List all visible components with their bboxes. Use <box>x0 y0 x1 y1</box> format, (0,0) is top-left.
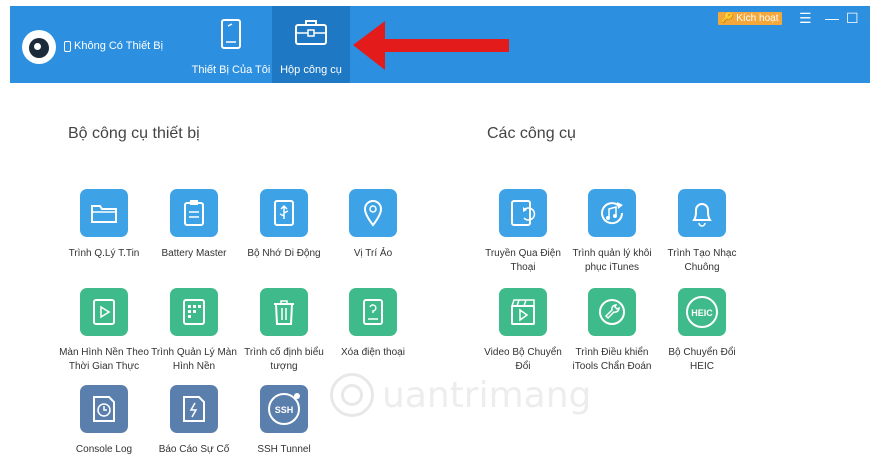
maximize-icon[interactable]: ☐ <box>846 10 859 26</box>
phone-icon <box>64 40 71 52</box>
red-arrow-icon <box>353 21 509 70</box>
tool-battery-master[interactable]: Battery Master <box>148 189 240 261</box>
tab-toolbox-label: Hộp công cụ <box>280 64 342 76</box>
key-icon: 🔑 <box>721 13 734 24</box>
tool-label: SSH Tunnel <box>257 444 311 455</box>
tool-ringtone-maker[interactable]: Trình Tạo Nhạc Chuông <box>656 189 748 275</box>
device-status: Không Có Thiết Bị <box>64 40 163 52</box>
tool-live-wallpaper[interactable]: Màn Hình Nền Theo Thời Gian Thực <box>58 288 150 374</box>
tool-label: Trình cố định biểu tượng <box>244 347 324 372</box>
tool-label: Vị Trí Ảo <box>353 248 393 259</box>
activate-label: Kích hoạt <box>736 13 779 24</box>
tool-phone-transfer[interactable]: Truyền Qua Điện Thoại <box>477 189 569 275</box>
device-tools-title: Bộ công cụ thiết bị <box>68 125 200 142</box>
tool-label: Bộ Chuyển Đổi HEIC <box>668 347 736 372</box>
wrench-icon <box>588 288 636 336</box>
tool-label: Trình Q.Lý T.Tin <box>68 248 140 259</box>
location-pin-icon <box>349 189 397 237</box>
tool-label: Trình Quản Lý Màn Hình Nền <box>151 347 237 372</box>
itools-logo <box>22 30 56 64</box>
tool-wallpaper-manager[interactable]: Trình Quản Lý Màn Hình Nền <box>148 288 240 374</box>
tool-virtual-location[interactable]: Vị Trí Ảo <box>327 189 419 261</box>
tool-diagnostics[interactable]: Trình Điều khiển iTools Chẩn Đoán <box>566 288 658 374</box>
tool-video-converter[interactable]: Video Bộ Chuyển Đổi <box>477 288 569 374</box>
clock-document-icon <box>80 385 128 433</box>
minimize-icon[interactable]: — <box>825 10 839 26</box>
tab-my-device[interactable]: Thiết Bị Của Tôi <box>190 6 272 83</box>
activate-button[interactable]: 🔑 Kích hoạt <box>718 12 782 25</box>
other-tools-title: Các công cụ <box>487 125 576 142</box>
tab-my-device-label: Thiết Bị Của Tôi <box>191 64 271 76</box>
usb-icon <box>260 189 308 237</box>
tool-itunes-restore[interactable]: Trình quản lý khôi phục iTunes <box>566 189 658 275</box>
tool-erase-phone[interactable]: Xóa điện thoại <box>327 288 419 360</box>
tool-label: Truyền Qua Điện Thoại <box>485 248 561 273</box>
tool-heic-converter[interactable]: HEIC Bộ Chuyển Đổi HEIC <box>656 288 748 374</box>
menu-icon[interactable]: ☰ <box>799 10 812 26</box>
crash-report-icon <box>170 385 218 433</box>
watermark-logo: uantrimang <box>330 370 620 420</box>
tool-label: Battery Master <box>161 248 227 259</box>
tool-icon-fixer[interactable]: Trình cố định biểu tượng <box>238 288 330 374</box>
tool-label: Trình quản lý khôi phục iTunes <box>572 248 652 273</box>
tool-usb-storage[interactable]: Bộ Nhớ Di Động <box>238 189 330 261</box>
device-status-label: Không Có Thiết Bị <box>74 40 164 52</box>
ssh-icon-text: SSH <box>275 405 294 415</box>
tool-file-manager[interactable]: Trình Q.Lý T.Tin <box>58 189 150 261</box>
tablet-icon <box>221 19 241 49</box>
heic-icon: HEIC <box>678 288 726 336</box>
app-grid-icon <box>170 288 218 336</box>
video-clapper-icon <box>499 288 547 336</box>
tool-label: Trình Tạo Nhạc Chuông <box>667 248 737 273</box>
heic-icon-text: HEIC <box>691 308 713 318</box>
tab-toolbox[interactable]: Hộp công cụ <box>272 6 350 83</box>
tool-label: Xóa điện thoại <box>341 347 405 358</box>
trash-icon <box>260 288 308 336</box>
bell-icon <box>678 189 726 237</box>
clipboard-icon <box>170 189 218 237</box>
tool-label: Bộ Nhớ Di Động <box>247 248 321 259</box>
tool-label: Console Log <box>75 444 133 455</box>
app-header: Không Có Thiết Bị Thiết Bị Của Tôi Hộp c… <box>10 6 870 83</box>
tool-console-log[interactable]: Console Log <box>58 385 150 457</box>
tool-label: Màn Hình Nền Theo Thời Gian Thực <box>59 347 149 372</box>
phone-transfer-icon <box>499 189 547 237</box>
toolbox-icon <box>295 20 327 45</box>
folder-icon <box>80 189 128 237</box>
tool-crash-report[interactable]: Báo Cáo Sự Cố <box>148 385 240 457</box>
tool-label: Báo Cáo Sự Cố <box>158 444 230 455</box>
tool-ssh-tunnel[interactable]: SSH SSH Tunnel <box>238 385 330 457</box>
ssh-icon: SSH <box>260 385 308 433</box>
music-restore-icon <box>588 189 636 237</box>
phone-question-icon <box>349 288 397 336</box>
play-video-icon <box>80 288 128 336</box>
